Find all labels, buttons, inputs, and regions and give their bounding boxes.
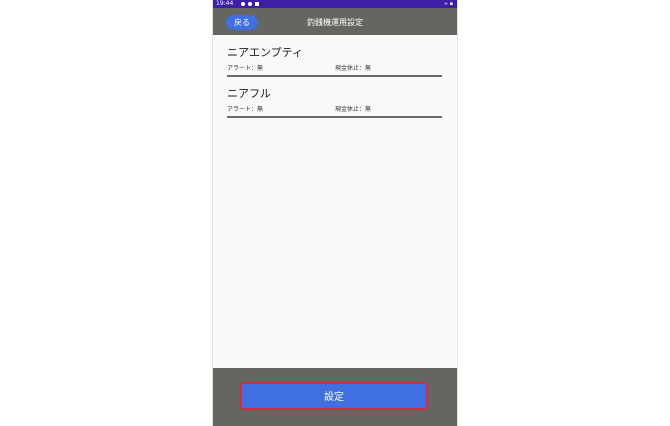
notification-icon [248, 2, 252, 6]
near-empty-heading: ニアエンプティ [227, 46, 304, 59]
status-time: 19:44 [216, 0, 234, 7]
near-empty-settings-row: アラート：無 現金休止：無 [227, 63, 442, 73]
settings-icon [241, 2, 245, 6]
status-bar: 19:44 ≈ ▪ [213, 0, 457, 8]
near-empty-cash-stop: 現金休止：無 [335, 65, 372, 72]
near-full-cash-stop: 現金休止：無 [335, 106, 372, 113]
section-divider [227, 75, 442, 77]
footer-bar: 設定 [213, 368, 457, 426]
status-right: ≈ ▪ [443, 1, 453, 7]
near-full-section[interactable]: ニアフル アラート：無 現金休止：無 [227, 87, 442, 118]
near-empty-section[interactable]: ニアエンプティ アラート：無 現金休止：無 [227, 46, 442, 77]
page-title: 釣銭機運用設定 [307, 18, 363, 27]
phone-screen: 19:44 ≈ ▪ 戻る 釣銭機運用設定 ニアエンプティ アラート：無 現金休止… [213, 0, 457, 426]
section-divider [227, 116, 442, 118]
near-empty-alert: アラート：無 [227, 65, 264, 72]
near-full-settings-row: アラート：無 現金休止：無 [227, 104, 442, 114]
near-full-alert: アラート：無 [227, 106, 264, 113]
set-button[interactable]: 設定 [240, 382, 428, 410]
app-bar: 戻る 釣銭機運用設定 [213, 8, 457, 35]
app-icon [255, 2, 259, 6]
near-full-heading: ニアフル [227, 87, 271, 100]
